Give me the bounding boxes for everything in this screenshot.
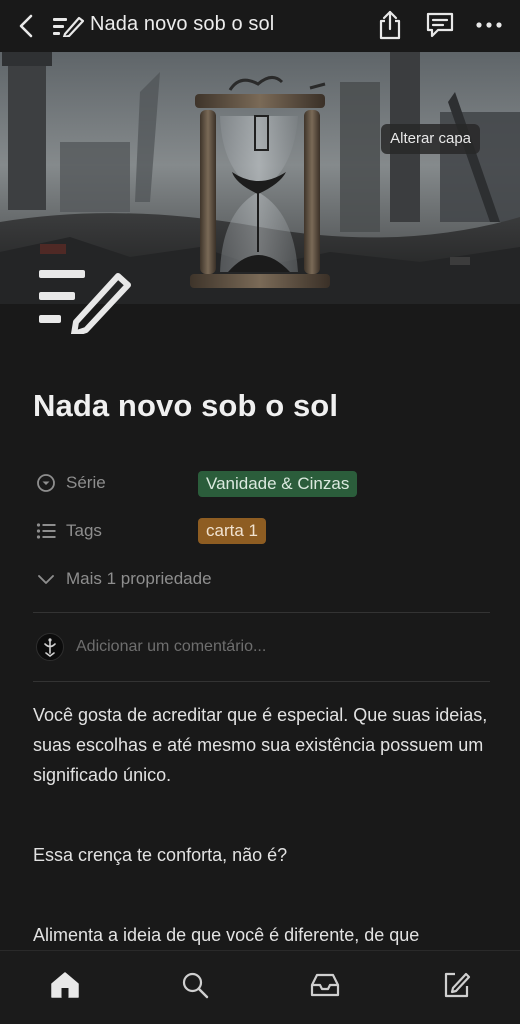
property-label: Tags: [66, 521, 102, 540]
bottom-navigation: [0, 950, 520, 1024]
property-value-tag[interactable]: Vanidade & Cinzas: [198, 471, 358, 497]
top-bar: Nada novo sob o sol: [0, 0, 520, 52]
divider: [33, 681, 490, 682]
comment-input[interactable]: Adicionar um comentário...: [76, 638, 266, 656]
more-properties-label: Mais 1 propriedade: [66, 569, 212, 588]
paragraph[interactable]: Você gosta de acreditar que é especial. …: [33, 700, 493, 790]
change-cover-button[interactable]: Alterar capa: [381, 124, 480, 154]
more-dots-icon[interactable]: [472, 10, 506, 40]
select-icon: [36, 473, 56, 493]
page-title[interactable]: Nada novo sob o sol: [33, 388, 338, 424]
paragraph[interactable]: Essa crença te conforta, não é?: [33, 840, 493, 870]
top-bar-title: Nada novo sob o sol: [90, 13, 275, 35]
chevron-left-icon[interactable]: [12, 12, 40, 40]
write-lines-icon: [52, 12, 84, 40]
comments-icon[interactable]: [424, 10, 456, 40]
property-serie[interactable]: Série: [36, 469, 106, 497]
home-icon[interactable]: [49, 969, 81, 1001]
property-label: Série: [66, 473, 106, 492]
paragraph[interactable]: Alimenta a ideia de que você é diferente…: [33, 920, 493, 950]
share-icon[interactable]: [374, 8, 406, 42]
chevron-down-icon: [36, 569, 56, 589]
avatar: [36, 633, 64, 661]
search-icon[interactable]: [179, 969, 211, 1001]
property-tags[interactable]: Tags: [36, 517, 102, 545]
list-icon: [36, 521, 56, 541]
add-comment-row[interactable]: Adicionar um comentário...: [36, 632, 266, 662]
more-properties-toggle[interactable]: Mais 1 propriedade: [36, 565, 212, 593]
property-value-tag[interactable]: carta 1: [198, 518, 266, 544]
divider: [33, 612, 490, 613]
compose-icon[interactable]: [440, 969, 472, 1001]
inbox-icon[interactable]: [309, 969, 341, 1001]
page-write-icon[interactable]: [36, 262, 136, 337]
